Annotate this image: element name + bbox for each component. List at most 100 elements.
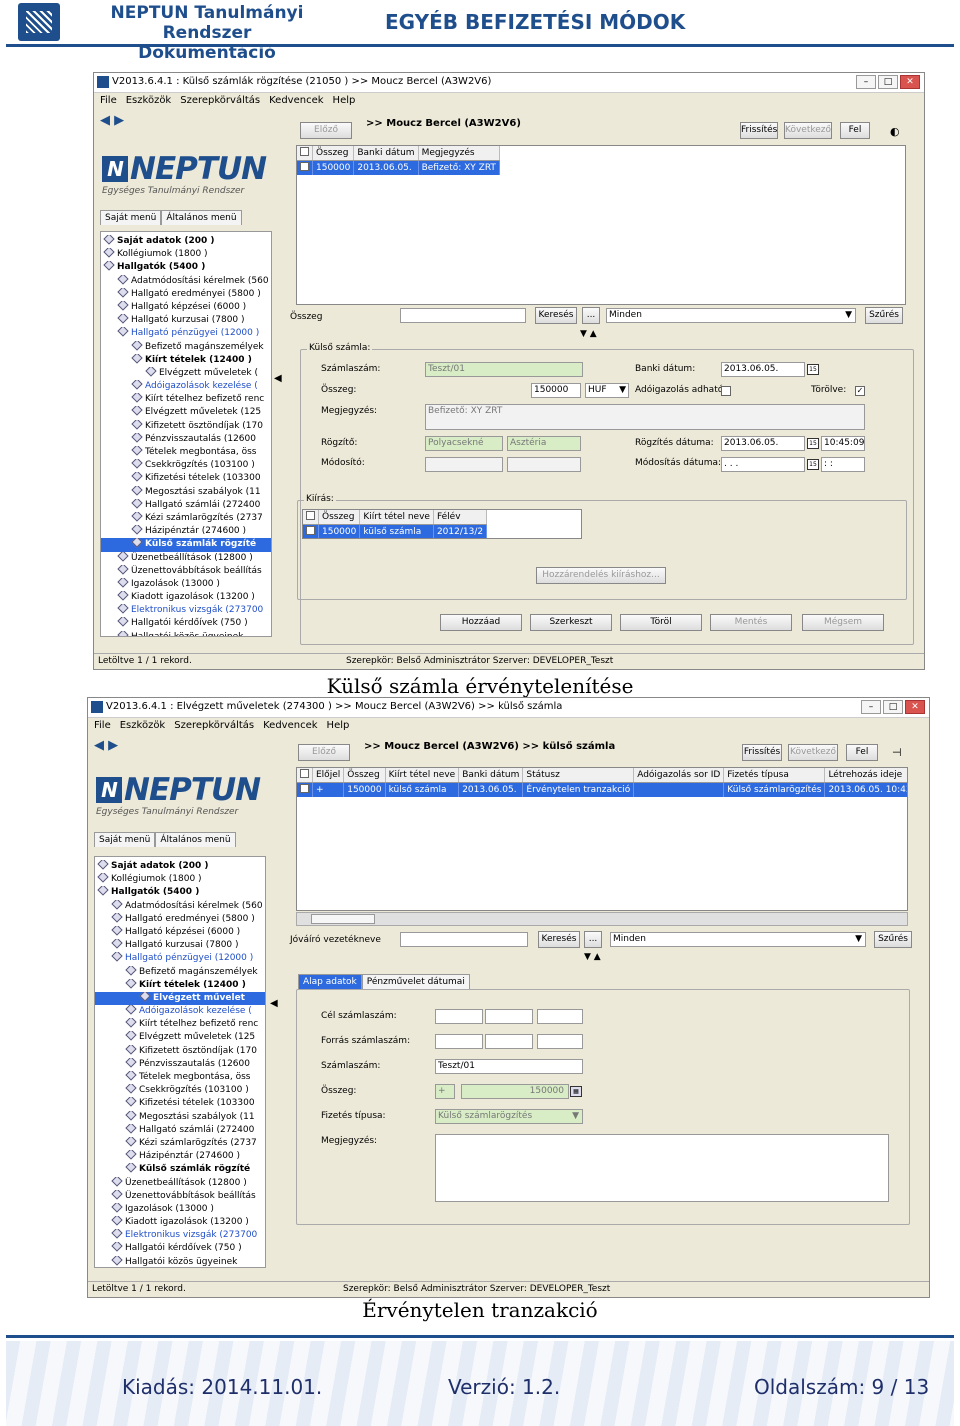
- search-button[interactable]: Keresés: [538, 931, 580, 948]
- add-button[interactable]: Hozzáad: [440, 614, 522, 631]
- forward-icon[interactable]: ▶: [108, 738, 118, 753]
- tree-item[interactable]: Elvégzett műveletek (: [101, 366, 271, 380]
- tree-item[interactable]: Hallgatói kérdőívek (750 ): [95, 1242, 265, 1255]
- minimize-button[interactable]: –: [856, 75, 876, 89]
- invoice-number-field[interactable]: Teszt/01: [425, 362, 583, 377]
- tree-item[interactable]: Elektronikus vizsgák (273700: [101, 604, 271, 617]
- tree-item[interactable]: Kiírt tételhez befizető renc: [101, 393, 271, 406]
- tree-item[interactable]: Elektronikus vizsgák (273700: [95, 1229, 265, 1242]
- tab-own-menu[interactable]: Saját menü: [94, 832, 156, 847]
- calendar-icon[interactable]: 15: [807, 364, 819, 375]
- tree-item[interactable]: Kiadott igazolások (13200 ): [101, 591, 271, 604]
- tree-item[interactable]: Kiírt tételhez befizető renc: [95, 1018, 265, 1031]
- horizontal-scrollbar[interactable]: [296, 912, 908, 926]
- tree-item[interactable]: Kifizetett ösztöndíjak (170: [95, 1044, 265, 1058]
- tree-item[interactable]: Kiadott igazolások (13200 ): [95, 1216, 265, 1229]
- up-button[interactable]: Fel: [840, 122, 870, 139]
- source-account-field-3[interactable]: [537, 1034, 583, 1049]
- tree-item[interactable]: Hallgató képzései (6000 ): [101, 300, 271, 314]
- search-options-button[interactable]: ...: [582, 307, 600, 324]
- menu-tools[interactable]: Eszközök: [126, 95, 172, 106]
- next-button[interactable]: Következő: [788, 744, 838, 761]
- collapse-arrows-icon[interactable]: ▼ ▲: [584, 952, 601, 962]
- tree-item[interactable]: Kiírt tételek (12400 ): [101, 353, 271, 367]
- close-button[interactable]: ✕: [900, 75, 920, 89]
- tree-item[interactable]: Üzenetbeállítások (12800 ): [101, 551, 271, 565]
- tree-item[interactable]: Hallgatók (5400 ): [101, 261, 271, 274]
- edit-button[interactable]: Szerkeszt: [530, 614, 612, 631]
- table-cell[interactable]: 150000: [312, 160, 355, 175]
- table-cell[interactable]: Külső számlarögzítés: [723, 782, 826, 797]
- tab-general-menu[interactable]: Általános menü: [155, 832, 236, 847]
- menu-file[interactable]: File: [100, 95, 117, 106]
- target-account-field-2[interactable]: [485, 1009, 533, 1024]
- prev-button[interactable]: Előző: [300, 122, 352, 139]
- table-cell[interactable]: 150000: [318, 524, 361, 538]
- menu-favorites[interactable]: Kedvencek: [269, 95, 323, 106]
- bank-date-field[interactable]: 2013.06.05.: [721, 362, 805, 377]
- tree-item[interactable]: Adóigazolások kezelése (: [95, 1005, 265, 1018]
- refresh-button[interactable]: Frissítés: [742, 744, 782, 761]
- tree-item[interactable]: Megosztási szabályok (11: [95, 1110, 265, 1124]
- tree-item[interactable]: Hallgató eredményei (5800 ): [101, 287, 271, 301]
- search-input[interactable]: [400, 308, 526, 323]
- tree-item[interactable]: Hallgató kurzusai (7800 ): [95, 939, 265, 952]
- target-account-field-1[interactable]: [435, 1009, 483, 1024]
- forward-icon[interactable]: ▶: [114, 113, 124, 128]
- prev-button[interactable]: Előző: [298, 744, 350, 761]
- tree-item[interactable]: Házipénztár (274600 ): [95, 1150, 265, 1163]
- up-button[interactable]: Fel: [846, 744, 878, 761]
- table-cell[interactable]: [633, 782, 725, 797]
- tree-item[interactable]: Üzenetbeállítások (12800 ): [95, 1176, 265, 1190]
- tree-item[interactable]: Elvégzett művelet: [95, 991, 265, 1006]
- back-icon[interactable]: ◀: [94, 738, 104, 753]
- tree-item[interactable]: Pénzvisszautalás (12600: [95, 1057, 265, 1071]
- tree-item[interactable]: Csekkrögzítés (103100 ): [101, 459, 271, 472]
- tree-item[interactable]: Igazolások (13000 ): [101, 577, 271, 591]
- collapse-arrows-icon[interactable]: ▼ ▲: [580, 329, 597, 339]
- search-input[interactable]: [400, 932, 528, 947]
- tree-item[interactable]: Tételek megbontása, öss: [95, 1071, 265, 1084]
- menu-tools[interactable]: Eszközök: [120, 720, 166, 731]
- tree-item[interactable]: Pénzvisszautalás (12600: [101, 432, 271, 446]
- tax-cert-checkbox[interactable]: [721, 386, 731, 396]
- tree-item[interactable]: Befizető magánszemélyek: [101, 340, 271, 354]
- tree-item[interactable]: Elvégzett műveletek (125: [101, 406, 271, 419]
- tree-item[interactable]: Kiírt tételek (12400 ): [95, 978, 265, 992]
- pin-icon[interactable]: ⊣: [892, 746, 902, 759]
- splitter[interactable]: ◀: [274, 373, 282, 393]
- tree-item[interactable]: Hallgatók (5400 ): [95, 886, 265, 899]
- table-cell[interactable]: külső számla: [385, 782, 460, 797]
- source-account-field-2[interactable]: [485, 1034, 533, 1049]
- table-cell[interactable]: 150000: [343, 782, 386, 797]
- tree-item[interactable]: Kifizetési tételek (103300: [101, 472, 271, 485]
- table-cell[interactable]: [297, 160, 313, 175]
- table-cell[interactable]: külső számla: [359, 524, 434, 538]
- menu-help[interactable]: Help: [333, 95, 356, 106]
- tree-item[interactable]: Kézi számlarögzítés (2737: [95, 1136, 265, 1150]
- filter-button[interactable]: Szűrés: [874, 931, 912, 948]
- tree-item[interactable]: Befizető magánszemélyek: [95, 965, 265, 979]
- tree-item[interactable]: Üzenettovábbítások beállítás: [95, 1189, 265, 1203]
- refresh-button[interactable]: Frissítés: [740, 122, 778, 139]
- amount-field[interactable]: 150000: [531, 383, 581, 398]
- tree-item[interactable]: Megosztási szabályok (11: [101, 485, 271, 499]
- tree-item[interactable]: Elvégzett műveletek (125: [95, 1031, 265, 1044]
- table-cell[interactable]: Érvénytelen tranzakció: [522, 782, 635, 797]
- tree-item[interactable]: Hallgató számlái (272400: [95, 1123, 265, 1137]
- menu-help[interactable]: Help: [327, 720, 350, 731]
- cancel-button[interactable]: Mégsem: [802, 614, 884, 631]
- tab-basic-data[interactable]: Alap adatok: [298, 974, 362, 989]
- tree-item[interactable]: Kollégiumok (1800 ): [95, 873, 265, 886]
- back-icon[interactable]: ◀: [100, 113, 110, 128]
- tree-item[interactable]: Hallgatói közös ügyeinek: [101, 630, 271, 636]
- tree-item[interactable]: Kollégiumok (1800 ): [101, 248, 271, 261]
- filter-select[interactable]: Minden ▼: [610, 932, 866, 947]
- minimize-button[interactable]: –: [861, 700, 881, 714]
- next-button[interactable]: Következő: [784, 122, 832, 139]
- tree-item[interactable]: Külső számlák rögzíté: [95, 1163, 265, 1176]
- tree-item[interactable]: Hallgatói közös ügyeinek: [95, 1255, 265, 1267]
- calculator-icon[interactable]: ▦: [570, 1086, 582, 1097]
- tree-item[interactable]: Hallgatói kérdőívek (750 ): [101, 617, 271, 630]
- tree-item[interactable]: Saját adatok (200 ): [95, 860, 265, 873]
